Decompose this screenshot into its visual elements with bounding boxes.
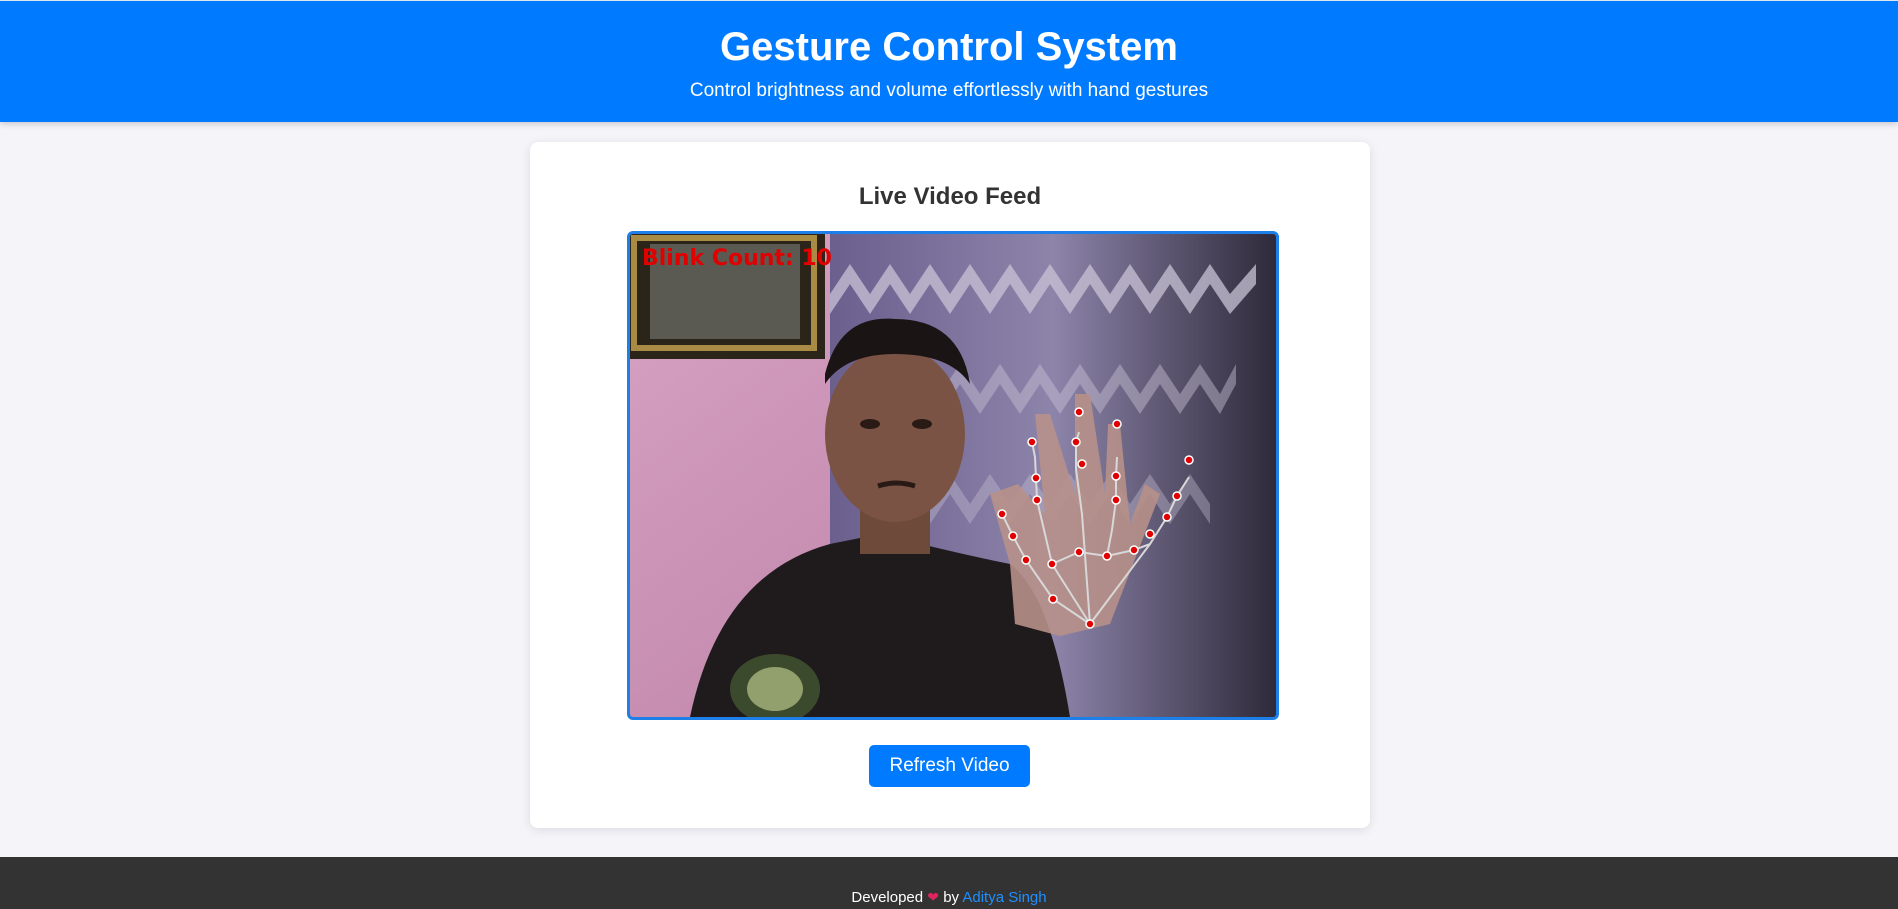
page-header: Gesture Control System Control brightnes… (0, 0, 1898, 122)
author-link[interactable]: Aditya Singh (962, 889, 1046, 906)
blink-count-overlay: Blink Count: 10 (642, 246, 832, 271)
page-subtitle: Control brightness and volume effortless… (689, 80, 1209, 101)
page-title: Gesture Control System (720, 25, 1178, 69)
page-footer: Developed ❤ by Aditya Singh (0, 857, 1898, 909)
feed-title: Live Video Feed (858, 183, 1042, 210)
live-video-feed: Blink Count: 10 (627, 231, 1279, 720)
video-frame (630, 234, 1276, 717)
footer-by: by (943, 889, 960, 906)
refresh-video-button[interactable]: Refresh Video (869, 745, 1030, 787)
heart-icon: ❤ (927, 889, 940, 905)
footer-credit: Developed ❤ by Aditya Singh (0, 889, 1898, 906)
footer-developed: Developed (851, 889, 924, 906)
